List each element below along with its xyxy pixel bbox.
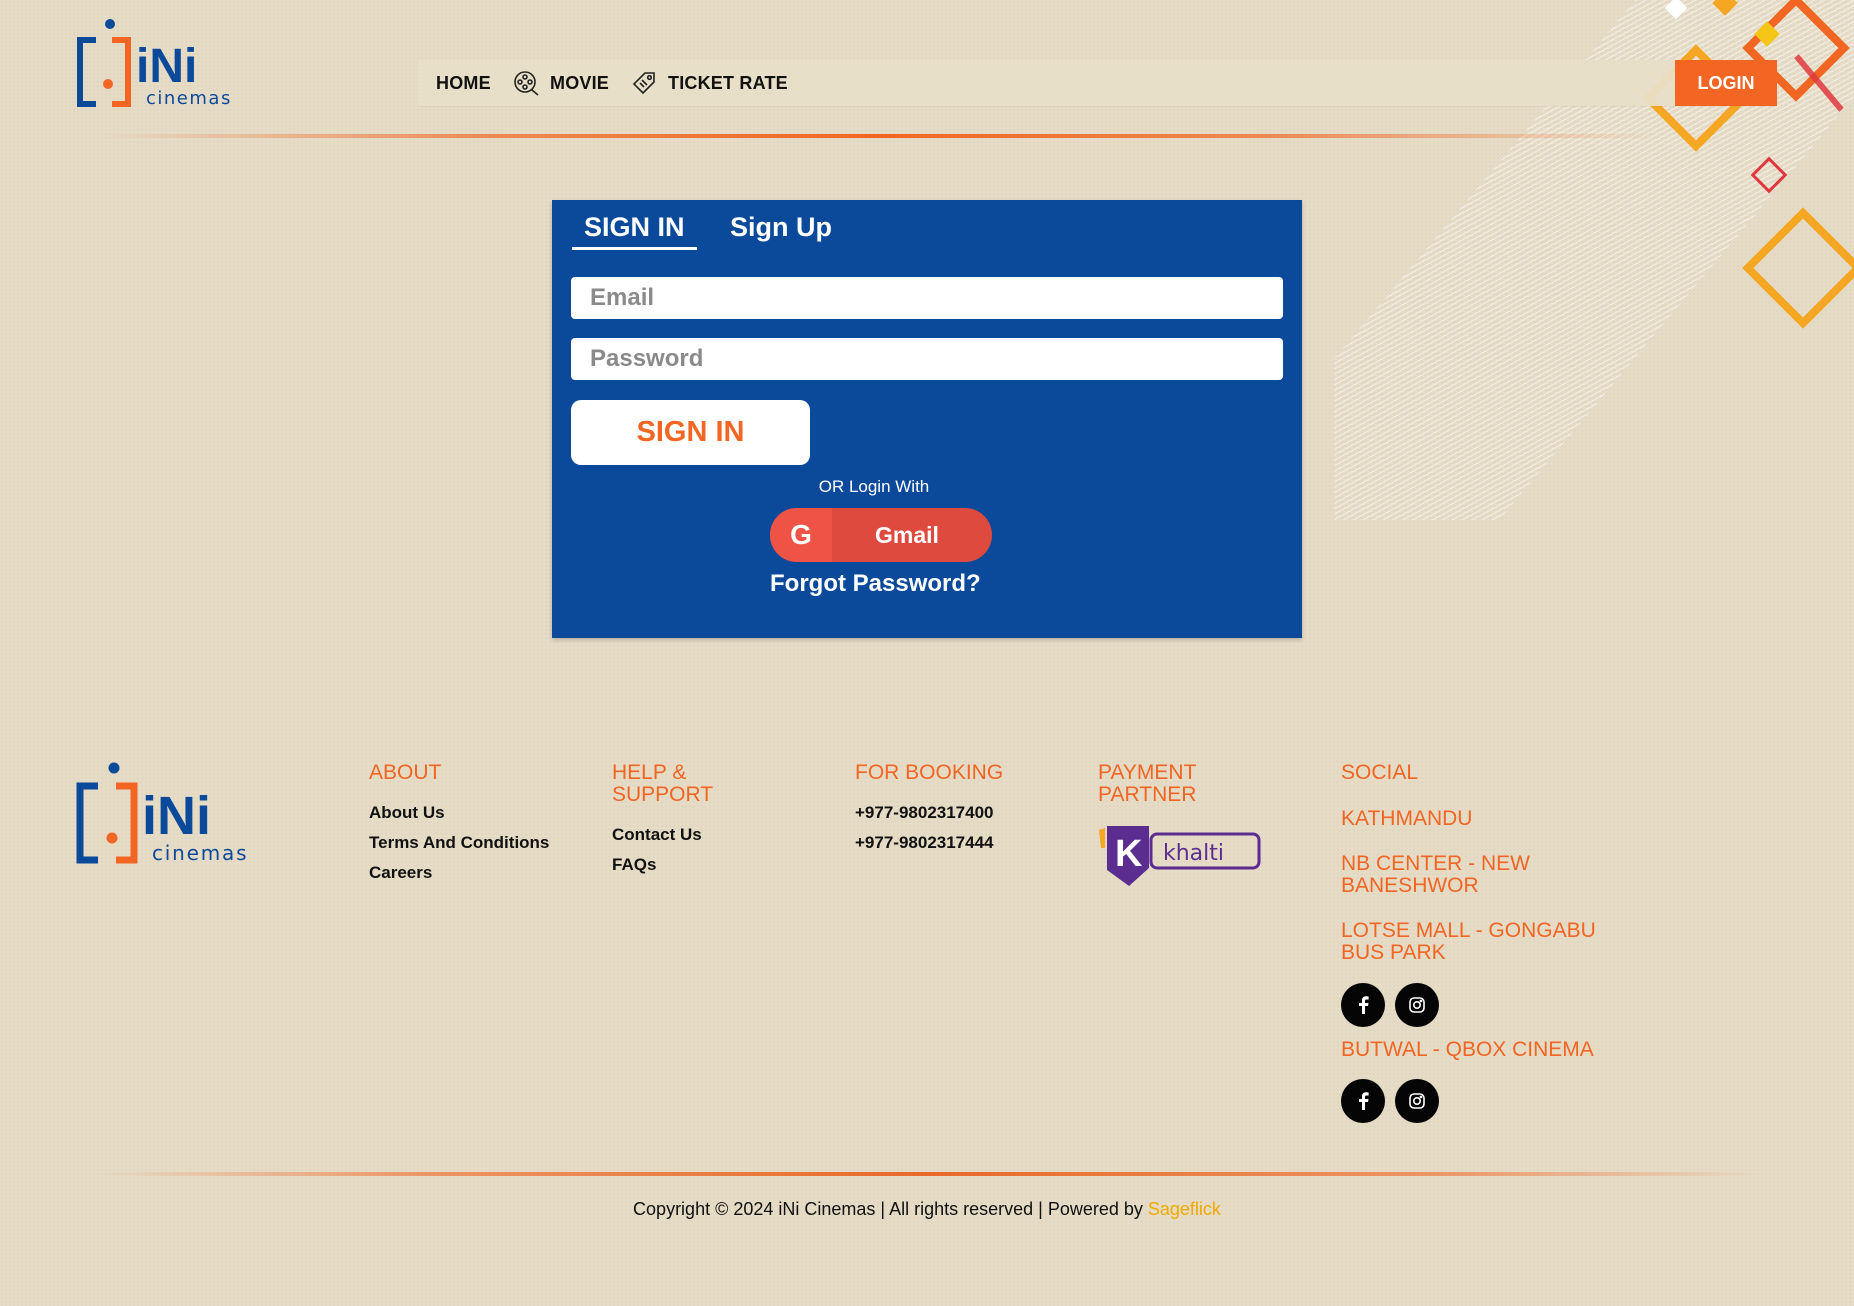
- facebook-icon: [1359, 996, 1369, 1014]
- instagram-button-1[interactable]: [1395, 983, 1439, 1027]
- header-divider: [100, 134, 1660, 138]
- or-login-with-text: OR Login With: [818, 477, 930, 496]
- khalti-k-letter: K: [1115, 833, 1143, 875]
- copyright-text: Copyright © 2024 iNi Cinemas | All right…: [633, 1199, 1148, 1219]
- nav-home[interactable]: HOME: [436, 60, 491, 106]
- tab-signup[interactable]: Sign Up: [730, 212, 832, 243]
- tab-signin[interactable]: SIGN IN: [572, 212, 697, 250]
- location-butwal: BUTWAL - QBOX CINEMA: [1341, 1038, 1594, 1061]
- nav-ticket-rate[interactable]: TICKET RATE: [630, 60, 788, 106]
- instagram-icon: [1409, 997, 1425, 1013]
- location-lotse-mall: LOTSE MALL - GONGABU BUS PARK: [1341, 919, 1596, 964]
- nav-home-label: HOME: [436, 72, 491, 93]
- ticket-tag-icon: [632, 72, 655, 95]
- footer-booking: FOR BOOKING +977-9802317400 +977-9802317…: [855, 762, 1035, 858]
- footer-help: HELP & SUPPORT Contact Us FAQs: [612, 762, 742, 880]
- careers-link[interactable]: Careers: [369, 858, 549, 888]
- main-navbar: HOME MOVIE TICKET RATE: [418, 60, 1776, 106]
- footer-about-heading: ABOUT: [369, 761, 442, 784]
- login-button[interactable]: LOGIN: [1675, 60, 1777, 106]
- film-reel-icon: [514, 71, 539, 96]
- about-us-link[interactable]: About Us: [369, 798, 549, 828]
- location-kathmandu: KATHMANDU: [1341, 807, 1473, 830]
- facebook-button-2[interactable]: [1341, 1079, 1385, 1123]
- email-field[interactable]: [571, 277, 1283, 319]
- nav-movie[interactable]: MOVIE: [512, 60, 609, 106]
- svg-text:iNi: iNi: [142, 786, 211, 846]
- instagram-icon: [1409, 1093, 1425, 1109]
- forgot-password-link[interactable]: Forgot Password?: [770, 570, 981, 598]
- footer-divider: [100, 1172, 1760, 1176]
- khalti-name: khalti: [1163, 841, 1224, 866]
- footer-payment-heading: PAYMENT PARTNER: [1098, 761, 1197, 806]
- gmail-login-button[interactable]: G Gmail: [770, 508, 992, 562]
- copyright-bar: Copyright © 2024 iNi Cinemas | All right…: [0, 1199, 1854, 1220]
- khalti-logo[interactable]: K khalti: [1097, 822, 1262, 890]
- contact-us-link[interactable]: Contact Us: [612, 820, 742, 850]
- location-nb-center: NB CENTER - NEW BANESHWOR: [1341, 852, 1530, 897]
- nav-ticket-rate-label: TICKET RATE: [668, 72, 788, 93]
- auth-card: SIGN IN Sign Up SIGN IN OR Login With G …: [552, 200, 1302, 638]
- faqs-link[interactable]: FAQs: [612, 850, 742, 880]
- signin-button[interactable]: SIGN IN: [571, 400, 810, 465]
- google-g-icon: G: [770, 508, 832, 562]
- gmail-label: Gmail: [875, 521, 939, 548]
- svg-text:cinemas: cinemas: [146, 88, 232, 109]
- footer-booking-heading: FOR BOOKING: [855, 761, 1004, 784]
- ini-cinemas-logo[interactable]: iNi cinemas: [76, 18, 236, 110]
- sageflick-link[interactable]: Sageflick: [1148, 1199, 1221, 1219]
- booking-phone-1[interactable]: +977-9802317400: [855, 798, 1035, 828]
- facebook-button-1[interactable]: [1341, 983, 1385, 1027]
- nav-movie-label: MOVIE: [550, 72, 610, 93]
- footer-social-heading: SOCIAL: [1341, 761, 1419, 784]
- footer-payment: PAYMENT PARTNER: [1098, 762, 1228, 820]
- footer-social: SOCIAL: [1341, 762, 1521, 798]
- svg-text:cinemas: cinemas: [152, 841, 248, 865]
- footer-logo: iNi cinemas: [76, 762, 248, 865]
- booking-phone-2[interactable]: +977-9802317444: [855, 828, 1035, 858]
- instagram-button-2[interactable]: [1395, 1079, 1439, 1123]
- footer-help-heading: HELP & SUPPORT: [612, 761, 714, 806]
- svg-text:iNi: iNi: [136, 40, 197, 93]
- terms-link[interactable]: Terms And Conditions: [369, 828, 549, 858]
- facebook-icon: [1359, 1092, 1369, 1110]
- password-field[interactable]: [571, 338, 1283, 380]
- footer-about: ABOUT About Us Terms And Conditions Care…: [369, 762, 549, 888]
